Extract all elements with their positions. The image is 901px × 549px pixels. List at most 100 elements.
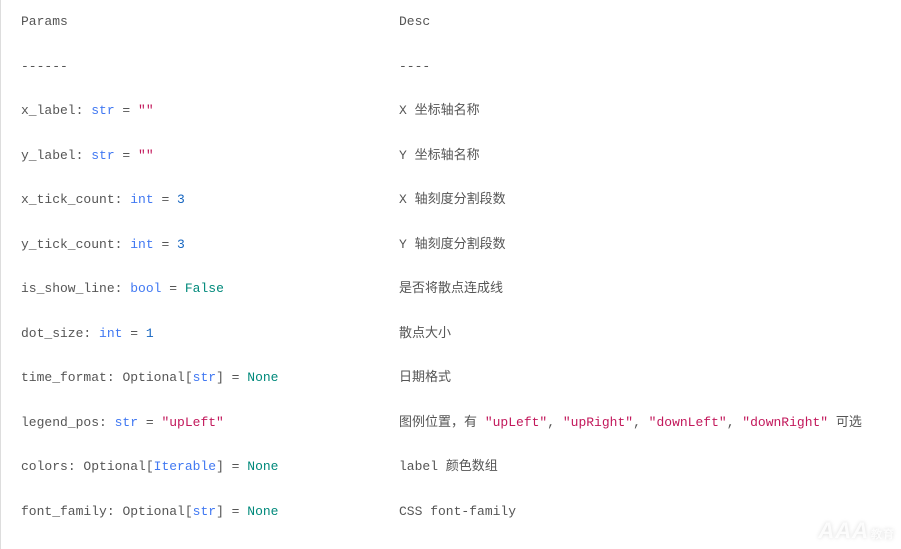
type-suffix: ] <box>216 459 224 474</box>
type-suffix: ] <box>216 370 224 385</box>
header-row: Params Desc <box>21 12 881 32</box>
desc-string-literal: "downRight" <box>742 415 828 430</box>
desc-text: Y 坐标轴名称 <box>399 148 480 163</box>
equals: = <box>154 192 177 207</box>
type-prefix: Optional[ <box>122 504 192 519</box>
colon: : <box>107 504 123 519</box>
desc-text: X 轴刻度分割段数 <box>399 192 506 207</box>
type-prefix: Optional[ <box>122 370 192 385</box>
param-name: dot_size <box>21 326 83 341</box>
desc-text: 散点大小 <box>399 326 451 341</box>
desc-text: X 坐标轴名称 <box>399 103 480 118</box>
param-default: "" <box>138 103 154 118</box>
desc-text: label 颜色数组 <box>399 459 498 474</box>
param-type: str <box>91 103 114 118</box>
watermark-sub: 教育 <box>871 529 895 541</box>
desc-text: 日期格式 <box>399 370 451 385</box>
param-default: None <box>247 370 278 385</box>
param-row: dot_size: int = 1 散点大小 <box>21 324 881 344</box>
header-desc: Desc <box>399 14 430 29</box>
colon: : <box>107 370 123 385</box>
param-name: time_format <box>21 370 107 385</box>
equals: = <box>224 459 247 474</box>
param-name: x_label <box>21 103 76 118</box>
param-desc: 是否将散点连成线 <box>399 279 881 299</box>
param-default: 3 <box>177 192 185 207</box>
watermark-main: AAA <box>818 518 869 543</box>
colon: : <box>68 459 84 474</box>
colon: : <box>76 103 92 118</box>
desc-text: 可选 <box>828 415 862 430</box>
equals: = <box>122 326 145 341</box>
param-name: x_tick_count <box>21 192 115 207</box>
colon: : <box>99 415 115 430</box>
header-desc-rule: ---- <box>399 59 430 74</box>
desc-string-literal: "upLeft" <box>485 415 547 430</box>
desc-text: Y 轴刻度分割段数 <box>399 237 506 252</box>
param-type: str <box>193 370 216 385</box>
desc-text: , <box>547 415 563 430</box>
equals: = <box>115 103 138 118</box>
colon: : <box>115 237 131 252</box>
param-name: is_show_line <box>21 281 115 296</box>
param-desc: Y 坐标轴名称 <box>399 146 881 166</box>
param-row: x_tick_count: int = 3 X 轴刻度分割段数 <box>21 190 881 210</box>
equals: = <box>115 148 138 163</box>
desc-text: , <box>633 415 649 430</box>
param-desc: Y 轴刻度分割段数 <box>399 235 881 255</box>
equals: = <box>224 370 247 385</box>
equals: = <box>154 237 177 252</box>
param-type: int <box>130 237 153 252</box>
header-params-rule: ------ <box>21 59 68 74</box>
param-default: None <box>247 504 278 519</box>
param-desc: 图例位置，有 "upLeft", "upRight", "downLeft", … <box>399 413 881 433</box>
param-desc: 日期格式 <box>399 368 881 388</box>
param-default: "upLeft" <box>161 415 223 430</box>
param-default: False <box>185 281 224 296</box>
param-type: int <box>99 326 122 341</box>
type-prefix: Optional[ <box>83 459 153 474</box>
param-row: y_tick_count: int = 3Y 轴刻度分割段数 <box>21 235 881 255</box>
param-type: bool <box>130 281 161 296</box>
colon: : <box>115 192 131 207</box>
param-type: Iterable <box>154 459 216 474</box>
colon: : <box>76 148 92 163</box>
desc-string-literal: "downLeft" <box>649 415 727 430</box>
equals: = <box>161 281 184 296</box>
header-params: Params <box>21 14 68 29</box>
rule-row: ------ ---- <box>21 57 881 77</box>
desc-text: CSS font-family <box>399 504 516 519</box>
colon: : <box>83 326 99 341</box>
param-desc: X 轴刻度分割段数 <box>399 190 881 210</box>
param-row: is_show_line: bool = False是否将散点连成线 <box>21 279 881 299</box>
param-name: font_family <box>21 504 107 519</box>
param-default: 1 <box>146 326 154 341</box>
param-desc: X 坐标轴名称 <box>399 101 881 121</box>
desc-text: , <box>727 415 743 430</box>
param-row: colors: Optional[Iterable] = None label 颜… <box>21 457 881 477</box>
equals: = <box>224 504 247 519</box>
type-suffix: ] <box>216 504 224 519</box>
param-default: None <box>247 459 278 474</box>
param-row: font_family: Optional[str] = None CSS fon… <box>21 502 881 522</box>
param-type: int <box>130 192 153 207</box>
param-desc: 散点大小 <box>399 324 881 344</box>
equals: = <box>138 415 161 430</box>
param-name: colors <box>21 459 68 474</box>
param-default: "" <box>138 148 154 163</box>
param-row: time_format: Optional[str] = None 日期格式 <box>21 368 881 388</box>
param-type: str <box>115 415 138 430</box>
param-row: legend_pos: str = "upLeft"图例位置，有 "upLeft… <box>21 413 881 433</box>
param-name: legend_pos <box>21 415 99 430</box>
desc-text: 图例位置，有 <box>399 415 485 430</box>
desc-text: 是否将散点连成线 <box>399 281 503 296</box>
desc-string-literal: "upRight" <box>563 415 633 430</box>
param-type: str <box>193 504 216 519</box>
param-row: y_label: str = ""Y 坐标轴名称 <box>21 146 881 166</box>
param-desc: label 颜色数组 <box>399 457 881 477</box>
params-doc-block: Params Desc ------ ---- x_label: str = "… <box>0 0 901 549</box>
param-name: y_tick_count <box>21 237 115 252</box>
watermark: AAA教育 <box>818 514 895 547</box>
param-desc: CSS font-family <box>399 502 881 522</box>
param-row: x_label: str = "" X 坐标轴名称 <box>21 101 881 121</box>
